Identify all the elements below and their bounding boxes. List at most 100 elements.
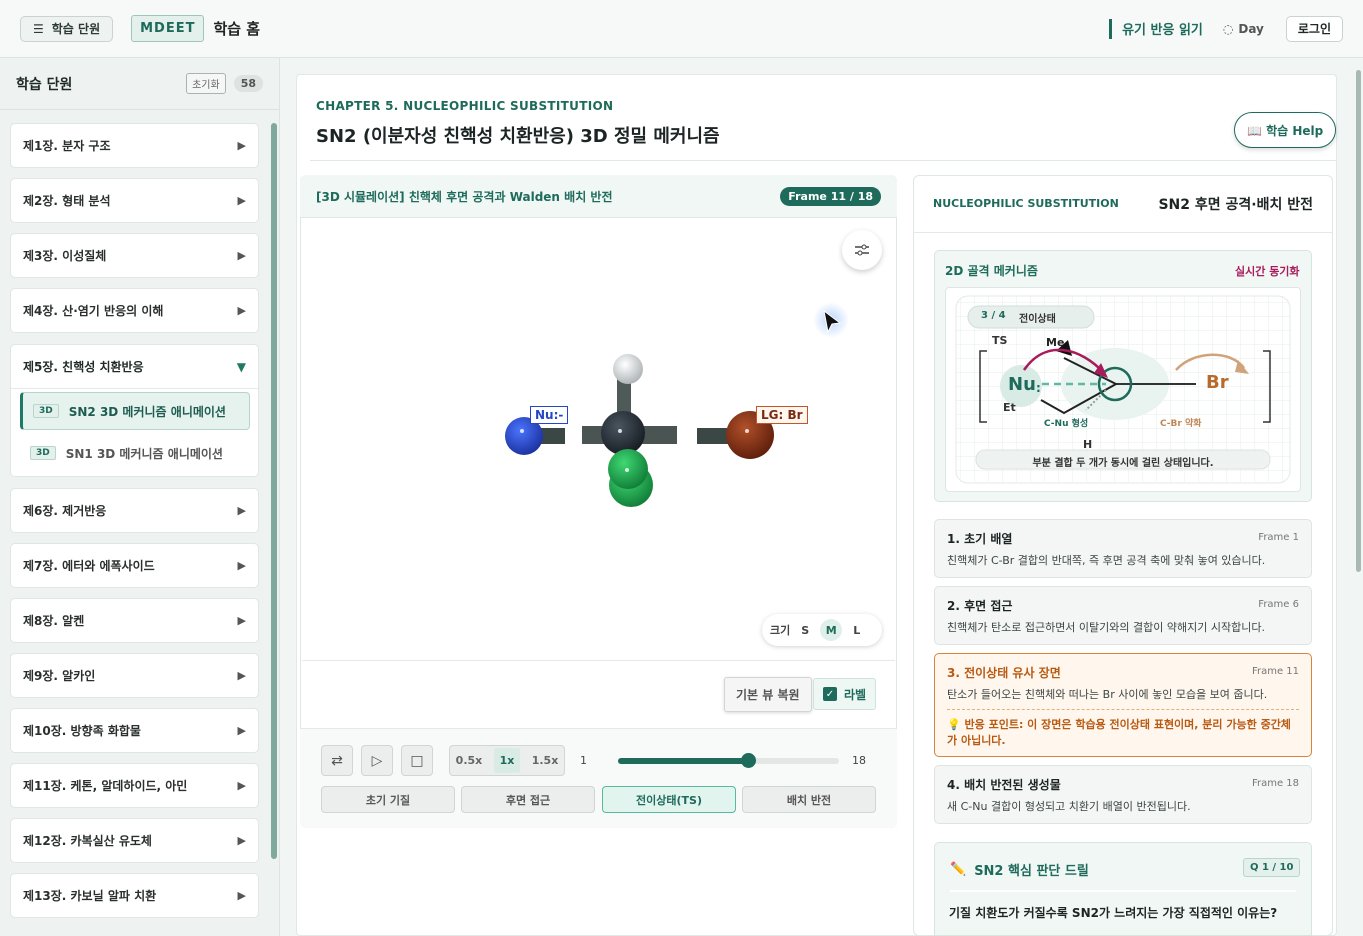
chapter-kicker: CHAPTER 5. NUCLEOPHILIC SUBSTITUTION [316,99,614,113]
login-button[interactable]: 로그인 [1285,15,1343,42]
sidebar-chapter-13[interactable]: 제13장. 카보닐 알파 치환 ▶ [10,873,259,918]
play-arrow-icon: ▶ [237,834,246,847]
chapter-label: 제7장. 에터와 에폭사이드 [23,559,155,573]
mech-progress: 3 / 4 [981,310,1006,321]
loop-button[interactable]: ⇄ [321,745,353,776]
mechanism-step-3[interactable]: 3. 전이상태 유사 장면 Frame 11 탄소가 들어오는 친핵체와 떠나는… [934,653,1312,757]
organic-reading-link[interactable]: 유기 반응 읽기 [1109,18,1203,39]
sidebar-chapter-5: 제5장. 친핵성 치환반응 ▼ 3D SN2 3D 메커니즘 애니메이션 3D … [10,344,259,477]
frame-min-label: 1 [580,754,587,767]
stop-button[interactable]: □ [401,745,433,776]
playback-controls [300,728,897,828]
drill-header: ✏️ SN2 핵심 판단 드릴 [950,860,1089,879]
frame-max-label: 18 [852,754,866,767]
divider [950,890,1296,892]
play-arrow-icon: ▶ [237,889,246,902]
mechanism-diagram: 3 / 4 전이상태 TS Me Nu : Et Br H C-Nu 형성 C-… [945,287,1301,492]
sub-item-label: SN1 3D 메커니즘 애니메이션 [65,446,223,461]
label-toggle-text: 라벨 [844,687,867,702]
me-label: Me [1046,336,1065,349]
3d-tag: 3D [33,404,59,418]
step-description: 친핵체가 C-Br 결합의 반대쪽, 즉 후면 공격 축에 맞춰 놓여 있습니다… [947,554,1266,567]
checkbox-checked-icon[interactable]: ✓ [823,687,837,701]
ts-label: TS [992,334,1008,347]
size-s-button[interactable]: S [801,624,809,637]
speed-0.5x[interactable]: 0.5x [456,754,483,767]
panel-header: NUCLEOPHILIC SUBSTITUTION SN2 후면 공격·배치 반… [913,175,1333,233]
size-l-button[interactable]: L [853,624,860,637]
reaction-point-note: 💡 반응 포인트: 이 장면은 학습용 전이상태 표현이며, 분리 가능한 중간… [947,709,1299,749]
play-arrow-icon: ▶ [237,504,246,517]
sidebar-chapter-4[interactable]: 제4장. 산·염기 반응의 이해 ▶ [10,288,259,333]
panel-kicker: NUCLEOPHILIC SUBSTITUTION [933,197,1119,210]
sidebar-header: 학습 단원 초기화 58 [0,58,279,110]
speed-1.5x[interactable]: 1.5x [532,754,559,767]
menu-icon: ☰ [33,21,44,36]
mechanism-step-2[interactable]: 2. 후면 접근 Frame 6 친핵체가 탄소로 접근하면서 이탈기와의 결합… [934,586,1312,645]
sidebar-chapter-2[interactable]: 제2장. 형태 분석 ▶ [10,178,259,223]
step-frame: Frame 6 [1258,599,1299,610]
step-frame: Frame 1 [1258,532,1299,543]
sidebar-scrollbar[interactable] [271,123,277,859]
sidebar-chapter-8[interactable]: 제8장. 알켄 ▶ [10,598,259,643]
frame-slider-knob[interactable] [740,753,756,768]
divider [310,160,1337,161]
step-inversion-button[interactable]: 배치 반전 [742,786,876,813]
sidebar-chapter-12[interactable]: 제12장. 카복실산 유도체 ▶ [10,818,259,863]
frame-slider-fill [618,758,748,764]
sidebar-item-sn2[interactable]: 3D SN2 3D 메커니즘 애니메이션 [20,392,250,430]
reset-button[interactable]: 초기화 [186,73,226,94]
step-frame: Frame 11 [1251,666,1299,677]
sidebar-chapter-9[interactable]: 제9장. 알카인 ▶ [10,653,259,698]
mechanism-step-4[interactable]: 4. 배치 반전된 생성물 Frame 18 새 C-Nu 결합이 형성되고 치… [934,765,1312,824]
play-button[interactable]: ▷ [361,745,393,776]
home-title[interactable]: 학습 홈 [213,18,260,39]
chapter-label: 제5장. 친핵성 치환반응 [23,360,144,374]
play-arrow-icon: ▶ [237,249,246,262]
play-arrow-icon: ▶ [237,669,246,682]
step-approach-button[interactable]: 후면 접근 [461,786,595,813]
atom-carbon [601,411,645,455]
label-toggle[interactable]: ✓ 라벨 [813,678,877,710]
sidebar-chapter-11[interactable]: 제11장. 케톤, 알데하이드, 아민 ▶ [10,763,259,808]
pencil-icon: ✏️ [950,862,967,877]
drill-card [934,842,1312,936]
chapter-5-header[interactable]: 제5장. 친핵성 치환반응 ▼ [11,345,258,389]
3d-viewport[interactable]: Nu:- LG: Br [302,219,895,660]
speed-1x[interactable]: 1x [493,748,521,773]
step-title: 4. 배치 반전된 생성물 [947,778,1061,792]
cnu-label: C-Nu 형성 [1044,419,1089,429]
step-description: 탄소가 들어오는 친핵체와 떠나는 Br 사이에 놓인 모습을 보여 줍니다. [947,688,1268,701]
step-description: 친핵체가 탄소로 접근하면서 이탈기와의 결합이 약해지기 시작합니다. [947,621,1265,634]
size-m-button[interactable]: M [820,619,843,641]
step-frame: Frame 18 [1251,778,1299,789]
units-menu-button[interactable]: ☰ 학습 단원 [20,15,114,42]
frame-badge: Frame 11 / 18 [780,186,881,206]
chevron-down-icon: ▼ [236,359,246,374]
sidebar-title: 학습 단원 [16,76,73,93]
sidebar-chapter-3[interactable]: 제3장. 이성질체 ▶ [10,233,259,278]
help-button[interactable]: 📖 학습 Help [1234,112,1337,148]
step-ts-button[interactable]: 전이상태(TS) [602,786,736,813]
mechanism-step-1[interactable]: 1. 초기 배열 Frame 1 친핵체가 C-Br 결합의 반대쪽, 즉 후면… [934,519,1312,578]
page-scrollbar[interactable] [1356,70,1361,572]
sidebar-chapter-10[interactable]: 제10장. 방향족 화합물 ▶ [10,708,259,753]
play-arrow-icon: ▶ [237,139,246,152]
play-arrow-icon: ▶ [237,779,246,792]
sidebar-chapter-1[interactable]: 제1장. 분자 구조 ▶ [10,123,259,168]
chapter-label: 제6장. 제거반응 [23,504,107,518]
chapter-label: 제8장. 알켄 [23,614,85,628]
sidebar-item-sn1[interactable]: 3D SN1 3D 메커니즘 애니메이션 [20,434,250,472]
3d-tag: 3D [30,446,56,460]
molecule-render[interactable] [302,219,895,660]
settings-sliders-button[interactable] [842,230,882,270]
sidebar-chapter-7[interactable]: 제7장. 에터와 에폭사이드 ▶ [10,543,259,588]
theme-label: Day [1238,21,1264,36]
play-arrow-icon: ▶ [237,614,246,627]
sidebar-chapter-6[interactable]: 제6장. 제거반응 ▶ [10,488,259,533]
simulation-title: [3D 시뮬레이션] 친핵체 후면 공격과 Walden 배치 반전 [316,189,613,204]
theme-toggle[interactable]: ◌ Day [1223,22,1264,36]
step-initial-button[interactable]: 초기 기질 [321,786,455,813]
brand-logo[interactable]: MDEET [131,15,205,42]
reset-view-button[interactable]: 기본 뷰 복원 [724,677,812,712]
